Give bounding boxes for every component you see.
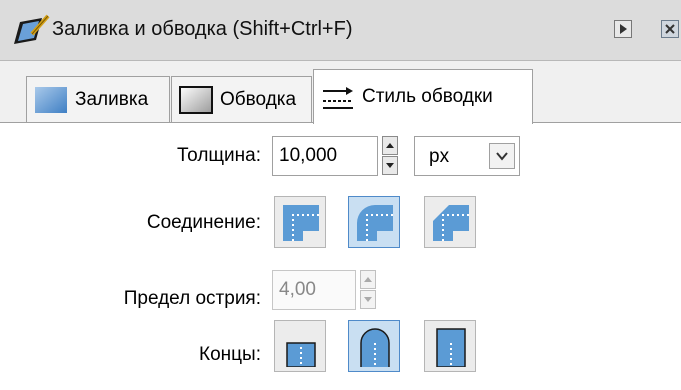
round-cap-icon xyxy=(360,328,390,367)
stroke-style-icon xyxy=(323,87,353,109)
play-icon xyxy=(620,24,627,34)
fill-stroke-dialog-icon xyxy=(14,14,50,44)
chevron-down-icon xyxy=(496,152,508,161)
close-icon xyxy=(665,24,675,34)
miter-limit-stepper xyxy=(360,270,378,310)
square-cap-icon xyxy=(436,328,466,367)
tab-fill-label: Заливка xyxy=(75,88,149,110)
dialog-titlebar: Заливка и обводка (Shift+Ctrl+F) xyxy=(0,0,681,61)
close-button[interactable] xyxy=(661,20,679,38)
tab-stroke-label: Обводка xyxy=(220,88,297,110)
join-bevel-button[interactable] xyxy=(424,196,476,248)
bevel-join-icon xyxy=(433,205,469,241)
butt-cap-icon xyxy=(286,342,316,367)
stroke-width-increment-button[interactable] xyxy=(382,136,398,155)
dialog-title: Заливка и обводка (Shift+Ctrl+F) xyxy=(52,18,353,40)
stroke-width-decrement-button[interactable] xyxy=(382,156,398,175)
caps-label: Концы: xyxy=(199,344,261,365)
cap-butt-button[interactable] xyxy=(274,320,326,372)
miter-limit-label: Предел острия: xyxy=(123,288,261,309)
expand-button[interactable] xyxy=(614,20,632,38)
stroke-width-label: Толщина: xyxy=(177,145,261,166)
fill-swatch-icon xyxy=(35,86,67,113)
cap-square-button[interactable] xyxy=(424,320,476,372)
tab-stroke-paint[interactable]: Обводка xyxy=(171,76,312,122)
miter-limit-decrement-button[interactable] xyxy=(360,290,376,309)
join-label: Соединение: xyxy=(146,212,261,233)
miter-join-icon xyxy=(283,205,319,241)
round-join-icon xyxy=(357,205,393,241)
tab-stroke-style-label: Стиль обводки xyxy=(362,86,493,107)
stroke-width-input[interactable]: 10,000 xyxy=(272,136,378,176)
unit-dropdown-button[interactable] xyxy=(489,143,515,169)
stroke-paint-icon xyxy=(179,85,213,114)
unit-select[interactable]: px xyxy=(414,136,520,176)
tab-stroke-style[interactable]: Стиль обводки xyxy=(313,69,533,124)
join-miter-button[interactable] xyxy=(274,196,326,248)
stroke-width-stepper xyxy=(382,136,400,176)
join-round-button[interactable] xyxy=(348,196,400,248)
unit-value: px xyxy=(429,146,450,167)
miter-limit-increment-button[interactable] xyxy=(360,270,376,289)
miter-limit-input[interactable]: 4,00 xyxy=(272,270,356,310)
tab-fill[interactable]: Заливка xyxy=(26,76,170,122)
cap-round-button[interactable] xyxy=(348,320,400,372)
